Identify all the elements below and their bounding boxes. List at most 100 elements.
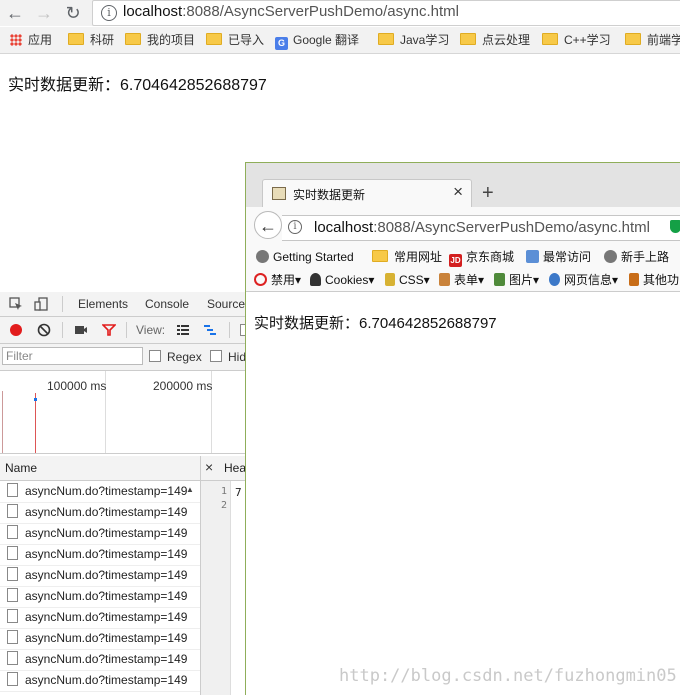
regex-option[interactable]: Regex: [149, 350, 202, 364]
timeline-tick-label: 200000 ms: [153, 379, 213, 393]
devtools-toolbar: Elements Console Source: [0, 292, 246, 317]
address-url: localhost:8088/AsyncServerPushDemo/async…: [314, 219, 650, 236]
info-icon[interactable]: i: [288, 220, 302, 234]
bookmark-item[interactable]: C++学习: [542, 32, 611, 48]
inspect-element-icon[interactable]: [9, 297, 23, 311]
bookmark-item[interactable]: 前端学: [625, 32, 680, 48]
bookmark-item[interactable]: Java学习: [378, 32, 449, 48]
tab-strip: 实时数据更新 × +: [246, 163, 680, 209]
line-number-gutter: 1 2: [201, 481, 231, 695]
bookmark-apps[interactable]: 应用: [10, 32, 52, 48]
waterfall-overview-icon[interactable]: [203, 323, 217, 337]
bookmark-getting-started-cn[interactable]: 新手上路: [604, 249, 669, 265]
document-icon: [7, 546, 18, 560]
new-tab-plus-icon[interactable]: +: [482, 182, 494, 205]
bookmarks-toolbar: Getting Started 常用网址 JD 京东商城 最常访问 新手上路: [246, 245, 680, 268]
back-arrow-icon[interactable]: ←: [4, 2, 26, 24]
page-favicon-icon: [272, 187, 286, 200]
hide-data-urls-option[interactable]: Hid: [210, 350, 246, 364]
network-toolbar: View:: [0, 317, 252, 344]
google-translate-icon: G: [275, 37, 288, 50]
bookmark-item[interactable]: 常用网址: [372, 249, 442, 265]
bookmark-getting-started[interactable]: Getting Started: [256, 249, 354, 265]
bookmark-item[interactable]: 点云处理: [460, 32, 530, 48]
bookmark-most-visited[interactable]: 最常访问: [526, 249, 591, 265]
css-pencil-icon: [385, 273, 395, 286]
address-url: localhost:8088/AsyncServerPushDemo/async…: [123, 3, 459, 20]
address-bar[interactable]: i localhost:8088/AsyncServerPushDemo/asy…: [92, 0, 680, 26]
tool-css[interactable]: CSS▾: [385, 272, 430, 288]
filter-bar: Filter Regex Hid: [0, 344, 246, 371]
network-overview-timeline[interactable]: 100000 ms 200000 ms: [0, 371, 246, 454]
tab-active[interactable]: 实时数据更新 ×: [262, 179, 472, 209]
globe-icon: [256, 250, 269, 263]
request-row[interactable]: asyncNum.do?timestamp=149: [0, 523, 200, 545]
forward-arrow-icon[interactable]: →: [33, 2, 55, 24]
jd-logo-icon: JD: [449, 254, 462, 267]
reload-icon[interactable]: ↻: [62, 2, 84, 24]
request-row[interactable]: asyncNum.do?timestamp=149: [0, 481, 200, 503]
name-column-header[interactable]: Name: [5, 461, 37, 475]
tool-cookies[interactable]: Cookies▾: [310, 272, 374, 288]
document-icon: [7, 567, 18, 581]
navigation-bar: i localhost:8088/AsyncServerPushDemo/asy…: [246, 207, 680, 245]
tool-forms[interactable]: 表单▾: [439, 272, 484, 288]
tab-sources[interactable]: Source: [207, 297, 245, 311]
tab-elements[interactable]: Elements: [78, 297, 128, 311]
line-number: 2: [220, 500, 227, 511]
bookmark-jd[interactable]: JD 京东商城: [449, 249, 514, 267]
close-icon[interactable]: ×: [205, 459, 213, 475]
back-arrow-icon[interactable]: ←: [254, 211, 282, 239]
filter-input[interactable]: Filter: [2, 347, 143, 365]
folder-icon: [460, 33, 476, 45]
document-icon: [7, 651, 18, 665]
request-row[interactable]: asyncNum.do?timestamp=149: [0, 607, 200, 629]
firefox-window: 实时数据更新 × + i localhost:8088/AsyncServerP…: [245, 162, 680, 695]
request-row[interactable]: asyncNum.do?timestamp=149: [0, 628, 200, 650]
request-row[interactable]: asyncNum.do?timestamp=149: [0, 565, 200, 587]
record-icon[interactable]: [10, 324, 22, 336]
watermark-text: http://blog.csdn.net/fuzhongmin05: [339, 666, 677, 686]
shield-icon[interactable]: [670, 220, 680, 233]
tool-images[interactable]: 图片▾: [494, 272, 539, 288]
bookmark-google-translate[interactable]: G Google 翻译: [275, 32, 359, 50]
folder-icon: [206, 33, 222, 45]
bookmark-item[interactable]: 我的项目: [125, 32, 195, 48]
divider: [62, 296, 63, 312]
info-icon[interactable]: i: [101, 5, 117, 21]
request-row[interactable]: asyncNum.do?timestamp=149: [0, 544, 200, 566]
clear-icon[interactable]: [37, 323, 51, 337]
hide-data-urls-checkbox[interactable]: [210, 350, 222, 362]
tool-disable[interactable]: 禁用▾: [254, 272, 301, 288]
image-icon: [494, 273, 505, 286]
screenshot-camera-icon[interactable]: [74, 323, 88, 337]
large-rows-icon[interactable]: [176, 323, 190, 337]
response-text: 7: [235, 486, 242, 499]
divider: [126, 322, 127, 338]
scroll-up-arrow-icon[interactable]: ▲: [186, 485, 194, 494]
tool-page-info[interactable]: 网页信息▾: [549, 272, 618, 288]
web-developer-toolbar: 禁用▾ Cookies▾ CSS▾ 表单▾ 图片▾ 网页信息▾ 其他功: [246, 268, 680, 292]
regex-checkbox[interactable]: [149, 350, 161, 362]
document-icon: [7, 504, 18, 518]
address-bar[interactable]: i localhost:8088/AsyncServerPushDemo/asy…: [282, 215, 680, 241]
tab-console[interactable]: Console: [145, 297, 189, 311]
cookies-icon: [310, 273, 321, 286]
document-icon: [7, 630, 18, 644]
bookmark-item[interactable]: 已导入: [206, 32, 264, 48]
close-icon[interactable]: ×: [453, 182, 463, 202]
request-row[interactable]: asyncNum.do?timestamp=149: [0, 586, 200, 608]
request-row[interactable]: asyncNum.do?timestamp=149: [0, 670, 200, 692]
timeline-marker: [35, 393, 36, 453]
bookmarks-bar: 应用 科研 我的项目 已导入 G Google 翻译 Java学习 点云处理 C+…: [0, 27, 680, 54]
tab-headers[interactable]: Hea: [224, 461, 246, 475]
request-row[interactable]: asyncNum.do?timestamp=149: [0, 502, 200, 524]
bookmark-item[interactable]: 科研: [68, 32, 114, 48]
request-list[interactable]: asyncNum.do?timestamp=149 asyncNum.do?ti…: [0, 481, 200, 695]
request-row[interactable]: asyncNum.do?timestamp=149: [0, 649, 200, 671]
request-table-header: Name × Hea: [0, 456, 246, 481]
tool-misc[interactable]: 其他功: [629, 272, 679, 288]
timeline-tick-label: 100000 ms: [47, 379, 107, 393]
filter-funnel-icon[interactable]: [102, 323, 116, 337]
device-toolbar-icon[interactable]: [34, 297, 48, 311]
